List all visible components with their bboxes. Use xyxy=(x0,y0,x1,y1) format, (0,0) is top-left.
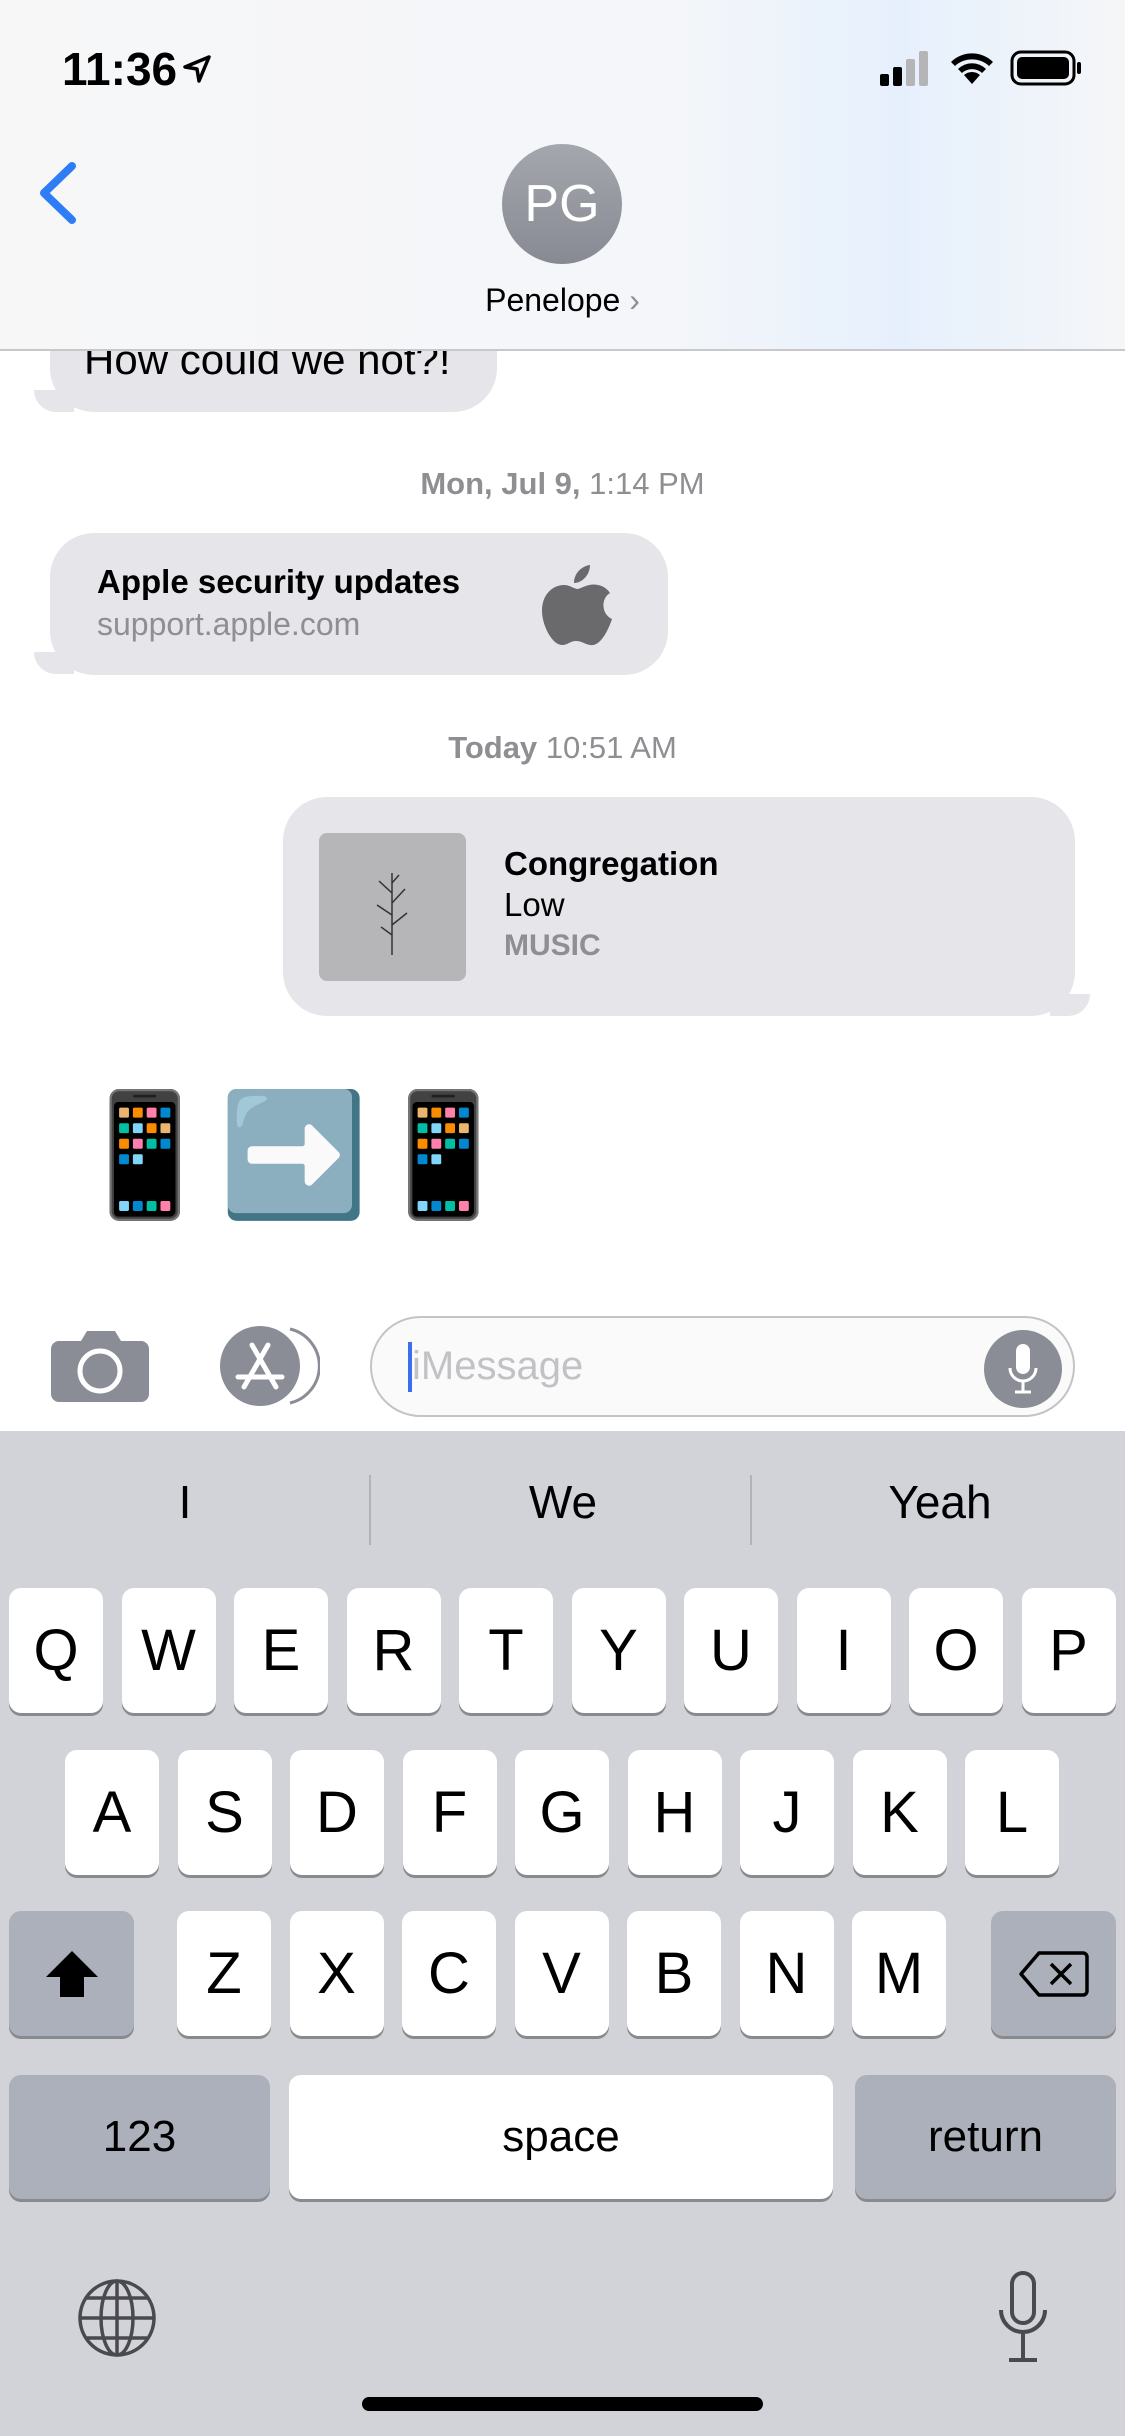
bubble-tail xyxy=(34,390,74,412)
link-domain: support.apple.com xyxy=(97,606,361,642)
key-d[interactable]: D xyxy=(290,1750,384,1875)
cellular-signal-icon xyxy=(880,51,928,86)
key-l[interactable]: L xyxy=(965,1750,1059,1875)
key-y[interactable]: Y xyxy=(571,1588,666,1713)
key-p[interactable]: P xyxy=(1021,1588,1116,1713)
key-z[interactable]: Z xyxy=(177,1911,271,2036)
key-i[interactable]: I xyxy=(796,1588,891,1713)
suggestion-2[interactable]: We xyxy=(378,1475,748,1529)
battery-icon xyxy=(1010,50,1081,86)
message-placeholder: iMessage xyxy=(412,1344,584,1388)
song-title: Congregation xyxy=(504,845,719,882)
key-k[interactable]: K xyxy=(852,1750,947,1875)
key-e[interactable]: E xyxy=(234,1588,328,1713)
camera-icon[interactable] xyxy=(51,1329,149,1402)
key-g[interactable]: G xyxy=(515,1750,609,1875)
key-m[interactable]: M xyxy=(852,1911,946,2036)
music-service-label: MUSIC xyxy=(504,929,601,962)
key-h[interactable]: H xyxy=(627,1750,722,1875)
key-o[interactable]: O xyxy=(909,1588,1003,1713)
key-c[interactable]: C xyxy=(402,1911,496,2036)
app-store-icon[interactable] xyxy=(210,1325,320,1407)
suggestion-1[interactable]: I xyxy=(0,1475,370,1529)
message-input[interactable]: iMessage xyxy=(370,1316,1075,1417)
link-preview-bubble[interactable]: Apple security updates support.apple.com xyxy=(50,533,668,675)
shift-arrow-icon xyxy=(45,1950,98,1997)
apple-logo-icon xyxy=(542,565,612,646)
space-key[interactable]: space xyxy=(289,2075,833,2199)
divider xyxy=(369,1475,371,1545)
key-f[interactable]: F xyxy=(402,1750,497,1875)
wifi-icon xyxy=(951,53,993,84)
contact-name[interactable]: Penelope › xyxy=(0,282,1125,319)
link-title: Apple security updates xyxy=(97,563,461,600)
key-n[interactable]: N xyxy=(739,1911,834,2036)
key-u[interactable]: U xyxy=(684,1588,778,1713)
timestamp: Mon, Jul 9, 1:14 PM xyxy=(420,466,705,501)
key-a[interactable]: A xyxy=(65,1750,159,1875)
backspace-icon xyxy=(1018,1950,1089,1997)
timestamp: Today 10:51 AM xyxy=(448,730,677,765)
chevron-right-icon: › xyxy=(629,282,640,318)
album-artwork xyxy=(319,833,466,981)
key-r[interactable]: R xyxy=(346,1588,441,1713)
numbers-key[interactable]: 123 xyxy=(9,2075,270,2199)
bubble-tail xyxy=(34,652,74,674)
dictation-microphone-icon[interactable] xyxy=(995,2270,1051,2366)
key-b[interactable]: B xyxy=(627,1911,721,2036)
status-time: 11:36 xyxy=(62,43,178,95)
key-q[interactable]: Q xyxy=(9,1588,103,1713)
bubble-tail xyxy=(1050,994,1090,1016)
artist-name: Low xyxy=(504,886,565,923)
shift-key[interactable] xyxy=(9,1911,134,2036)
conversation-header: 11:36 PG Penelope › xyxy=(0,0,1125,351)
key-w[interactable]: W xyxy=(121,1588,216,1713)
location-arrow-icon xyxy=(183,55,211,83)
key-t[interactable]: T xyxy=(459,1588,553,1713)
key-j[interactable]: J xyxy=(740,1750,834,1875)
key-s[interactable]: S xyxy=(177,1750,272,1875)
delete-key[interactable] xyxy=(991,1911,1116,2036)
home-indicator[interactable] xyxy=(362,2397,763,2411)
divider xyxy=(750,1475,752,1545)
apple-music-badge: MUSIC xyxy=(504,929,601,963)
contact-name-label: Penelope xyxy=(485,282,621,318)
tree-artwork-icon xyxy=(376,873,408,955)
contact-avatar[interactable]: PG xyxy=(502,144,622,264)
microphone-icon[interactable] xyxy=(984,1330,1062,1408)
key-x[interactable]: X xyxy=(289,1911,384,2036)
music-share-bubble[interactable]: Congregation Low MUSIC xyxy=(283,797,1075,1016)
chevron-left-icon[interactable] xyxy=(36,160,80,226)
globe-icon[interactable] xyxy=(77,2278,157,2358)
suggestion-3[interactable]: Yeah xyxy=(755,1475,1125,1529)
key-v[interactable]: V xyxy=(514,1911,609,2036)
emoji-message[interactable]: 📱➡️📱 xyxy=(70,1080,518,1230)
return-key[interactable]: return xyxy=(855,2075,1116,2199)
